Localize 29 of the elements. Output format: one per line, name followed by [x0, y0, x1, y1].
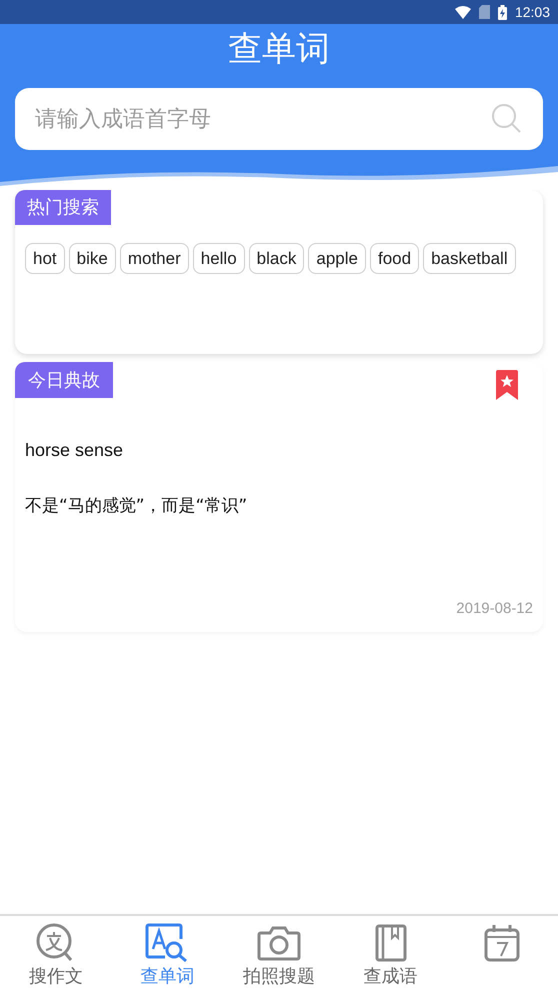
search-bar[interactable]: 请输入成语首字母 — [15, 88, 543, 150]
nav-tab[interactable]: 查成语 — [334, 916, 446, 993]
search-tag[interactable]: hot — [25, 243, 65, 274]
search-tag[interactable]: hello — [192, 243, 245, 274]
section-label: 热门搜索 — [15, 190, 111, 225]
search-tag[interactable]: food — [370, 243, 420, 274]
search-tag[interactable]: black — [248, 243, 304, 274]
letter-magnifier-icon — [145, 923, 190, 963]
search-tag[interactable]: mother — [120, 243, 189, 274]
no-sim-icon — [478, 5, 490, 19]
search-tag[interactable]: apple — [308, 243, 366, 274]
search-tag[interactable]: bike — [68, 243, 116, 274]
camera-icon — [256, 925, 301, 961]
book-icon — [374, 924, 407, 962]
section-label: 今日典故 — [15, 362, 113, 398]
nav-tab[interactable]: 拍照搜题 — [223, 916, 335, 993]
battery-icon — [498, 4, 507, 20]
nav-tab[interactable]: 搜作文 — [0, 916, 112, 993]
page-title: 查单词 — [228, 32, 330, 66]
clock: 12:03 — [514, 2, 550, 22]
search-field[interactable]: 请输入成语首字母 — [35, 102, 491, 136]
wifi-icon — [454, 6, 471, 18]
meaning-text: 不是“马的感觉”，而是“常识” — [24, 495, 248, 518]
phrase-text: horse sense — [24, 439, 124, 462]
date-text: 2019-08-12 — [456, 598, 534, 618]
bookmark-star-icon[interactable] — [496, 370, 518, 400]
nav-tab[interactable]: 查单词 — [112, 916, 224, 993]
calendar-icon — [484, 924, 520, 962]
search-tag[interactable]: basketball — [423, 243, 516, 274]
